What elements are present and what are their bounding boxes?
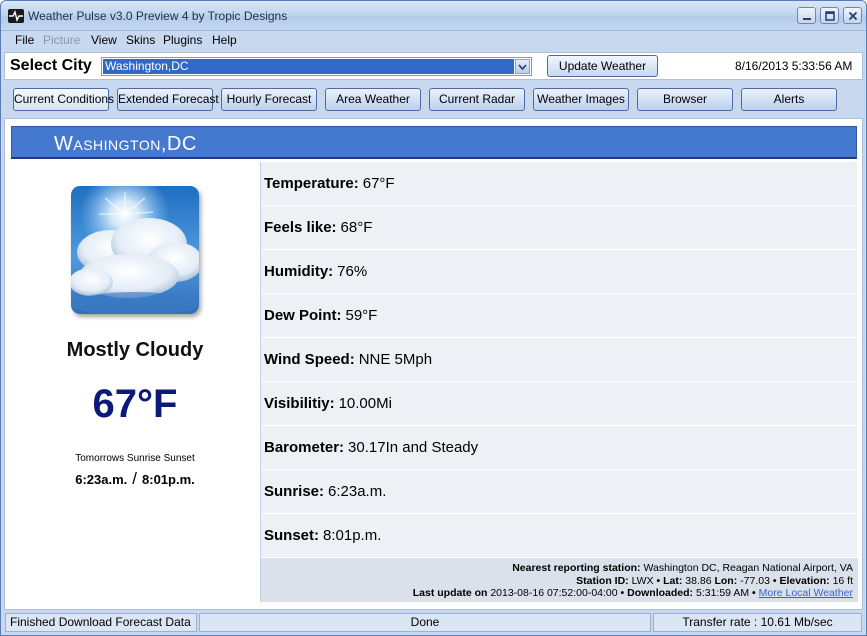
stat-value: NNE 5Mph — [358, 351, 433, 368]
conditions-panel: Washington,DC Mostly Cloudy 67°F Tomorro… — [4, 118, 863, 610]
city-header: Washington,DC — [11, 126, 857, 159]
stat-value: 10.00Mi — [338, 395, 392, 412]
view-nav-bar: Current Conditions Extended Forecast Hou… — [4, 84, 863, 116]
last-update-label: Last update on — [412, 587, 488, 599]
sunrise-sunset-times: 6:23a.m. / 8:01p.m. — [11, 469, 259, 489]
sunrise-sunset-label: Tomorrows Sunrise Sunset — [75, 453, 195, 464]
stat-row-temperature: Temperature: 67°F — [261, 162, 858, 206]
station-nearest-line: Nearest reporting station: Washington DC… — [512, 562, 853, 574]
city-toolbar: Select City Washington,DC Update Weather… — [4, 52, 863, 80]
close-button[interactable] — [843, 7, 862, 24]
menu-plugins[interactable]: Plugins — [163, 33, 202, 47]
stat-label: Sunset: — [264, 527, 320, 544]
menu-bar: File Picture View Skins Plugins Help — [1, 31, 866, 50]
bullet: • — [752, 587, 756, 599]
city-dropdown[interactable]: Washington,DC — [101, 57, 532, 76]
status-state: Done — [199, 613, 651, 632]
stat-value: 68°F — [340, 219, 373, 236]
status-message: Finished Download Forecast Data — [5, 613, 197, 632]
stat-row-visibility: Visibilitiy: 10.00Mi — [261, 382, 858, 426]
current-temperature: 67°F — [92, 382, 178, 426]
tomorrow-sunrise: 6:23a.m. — [75, 472, 128, 487]
nav-current-conditions-button[interactable]: Current Conditions — [13, 88, 114, 111]
stat-label: Dew Point: — [264, 307, 342, 324]
city-title: Washington,DC — [54, 133, 197, 155]
lon-label: Lon: — [714, 575, 738, 587]
stat-value: 67°F — [362, 175, 395, 192]
city-dropdown-value[interactable]: Washington,DC — [103, 59, 514, 74]
nav-area-weather-button[interactable]: Area Weather — [325, 88, 421, 111]
nav-hourly-forecast-button[interactable]: Hourly Forecast — [221, 88, 317, 111]
bullet: • — [620, 587, 625, 599]
nav-extended-forecast-button[interactable]: Extended Forecast — [117, 88, 219, 111]
status-bar: Finished Download Forecast Data Done Tra… — [1, 612, 866, 635]
bullet: • — [772, 575, 777, 587]
menu-help[interactable]: Help — [212, 33, 237, 47]
stat-value: 30.17In and Steady — [348, 439, 479, 456]
station-id-label: Station ID: — [576, 575, 629, 587]
stat-row-dew-point: Dew Point: 59°F — [261, 294, 858, 338]
stat-label: Feels like: — [264, 219, 337, 236]
minimize-button[interactable] — [797, 7, 816, 24]
stat-label: Wind Speed: — [264, 351, 355, 368]
stat-label: Sunrise: — [264, 483, 325, 500]
select-city-label: Select City — [10, 57, 92, 74]
menu-skins[interactable]: Skins — [126, 33, 155, 47]
stat-value: 59°F — [345, 307, 378, 324]
stat-value: 8:01p.m. — [323, 527, 382, 544]
stat-row-wind-speed: Wind Speed: NNE 5Mph — [261, 338, 858, 382]
stat-value: 76% — [337, 263, 368, 280]
maximize-button[interactable] — [820, 7, 839, 24]
menu-view[interactable]: View — [91, 33, 117, 47]
nearest-station-value: Washington DC, Reagan National Airport, … — [643, 562, 853, 574]
menu-file[interactable]: File — [15, 33, 34, 47]
stat-label: Visibilitiy: — [264, 395, 335, 412]
elevation-label: Elevation: — [779, 575, 830, 587]
stat-row-barometer: Barometer: 30.17In and Steady — [261, 426, 858, 470]
condition-text: Mostly Cloudy — [66, 339, 204, 361]
stat-row-feels-like: Feels like: 68°F — [261, 206, 858, 250]
nearest-station-label: Nearest reporting station: — [512, 562, 641, 574]
app-window: Weather Pulse v3.0 Preview 4 by Tropic D… — [0, 0, 867, 636]
title-bar[interactable]: Weather Pulse v3.0 Preview 4 by Tropic D… — [1, 1, 866, 31]
more-local-weather-link[interactable]: More Local Weather — [759, 587, 853, 599]
window-title: Weather Pulse v3.0 Preview 4 by Tropic D… — [28, 9, 288, 23]
stat-label: Barometer: — [264, 439, 345, 456]
stat-row-humidity: Humidity: 76% — [261, 250, 858, 294]
summary-panel: Mostly Cloudy 67°F Tomorrows Sunrise Sun… — [11, 162, 259, 602]
lat-value: 38.86 — [685, 575, 712, 587]
nav-current-radar-button[interactable]: Current Radar — [429, 88, 525, 111]
current-datetime: 8/16/2013 5:33:56 AM — [735, 59, 853, 73]
station-info: Nearest reporting station: Washington DC… — [261, 558, 858, 602]
mostly-cloudy-weather-icon — [71, 186, 199, 314]
downloaded-label: Downloaded: — [627, 587, 694, 599]
stat-label: Humidity: — [264, 263, 334, 280]
details-panel: Temperature: 67°F Feels like: 68°F Humidit… — [260, 162, 858, 602]
menu-picture[interactable]: Picture — [43, 33, 80, 47]
lon-value: -77.03 — [740, 575, 770, 587]
status-transfer-rate: Transfer rate : 10.61 Mb/sec — [653, 613, 862, 632]
stat-row-sunrise: Sunrise: 6:23a.m. — [261, 470, 858, 514]
tomorrow-sunset: 8:01p.m. — [142, 472, 195, 487]
chevron-down-icon[interactable] — [515, 59, 530, 74]
nav-alerts-button[interactable]: Alerts — [741, 88, 837, 111]
nav-browser-button[interactable]: Browser — [637, 88, 733, 111]
stat-label: Temperature: — [264, 175, 359, 192]
station-coords-line: Station ID: LWX • Lat: 38.86 Lon: -77.03… — [576, 575, 853, 587]
stat-value: 6:23a.m. — [328, 483, 387, 500]
elevation-value: 16 ft — [832, 575, 853, 587]
nav-weather-images-button[interactable]: Weather Images — [533, 88, 629, 111]
downloaded-value: 5:31:59 AM — [695, 587, 750, 599]
last-update-value: 2013-08-16 07:52:00-04:00 — [490, 587, 618, 599]
bullet: • — [656, 575, 661, 587]
stat-row-sunset: Sunset: 8:01p.m. — [261, 514, 858, 558]
update-weather-button[interactable]: Update Weather — [547, 55, 658, 77]
sun-separator: / — [132, 469, 138, 488]
station-id-value: LWX — [631, 575, 654, 587]
lat-label: Lat: — [663, 575, 683, 587]
station-update-line: Last update on 2013-08-16 07:52:00-04:00… — [413, 587, 853, 599]
app-logo-icon — [8, 9, 24, 23]
